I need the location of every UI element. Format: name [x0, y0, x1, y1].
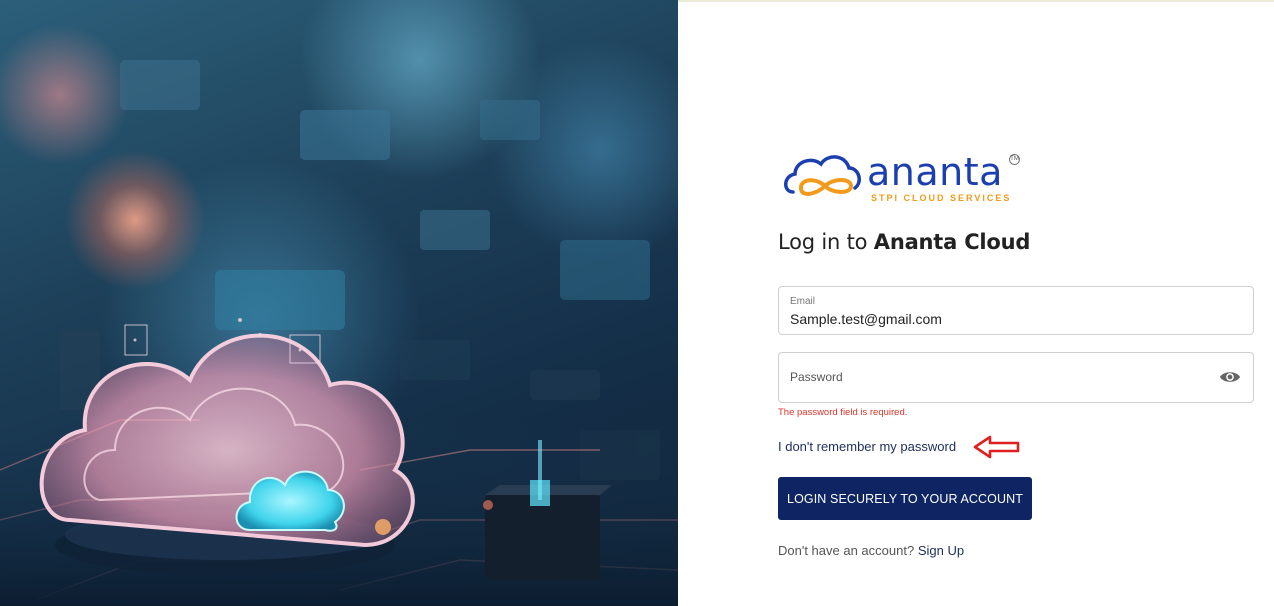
cloud-circuit-illustration [0, 60, 678, 606]
eye-icon[interactable] [1219, 368, 1241, 386]
page-title: Log in to Ananta Cloud [778, 230, 1030, 254]
password-label: Password [790, 370, 843, 384]
logo-tagline: STPI CLOUD SERVICES [871, 193, 1012, 203]
login-button[interactable]: LOGIN SECURELY TO YOUR ACCOUNT [778, 477, 1032, 520]
red-arrow-left-icon [973, 435, 1020, 459]
ananta-logo: ananta TM STPI CLOUD SERVICES [783, 150, 1023, 210]
hero-image [0, 0, 678, 606]
title-prefix: Log in to [778, 230, 874, 254]
email-value[interactable]: Sample.test@gmail.com [790, 311, 942, 327]
password-error: The password field is required. [778, 407, 908, 418]
email-field[interactable]: Email Sample.test@gmail.com [778, 286, 1254, 335]
forgot-password-link[interactable]: I don't remember my password [778, 439, 956, 454]
email-label: Email [790, 296, 816, 307]
logo-text: ananta [867, 150, 1003, 194]
signup-link[interactable]: Sign Up [918, 543, 964, 558]
password-field[interactable]: Password [778, 352, 1254, 403]
top-border [678, 0, 1274, 2]
signup-prompt: Don't have an account? [778, 543, 915, 558]
trademark-badge: TM [1009, 154, 1020, 165]
title-brand: Ananta Cloud [873, 230, 1031, 254]
signup-row: Don't have an account? Sign Up [778, 543, 964, 558]
